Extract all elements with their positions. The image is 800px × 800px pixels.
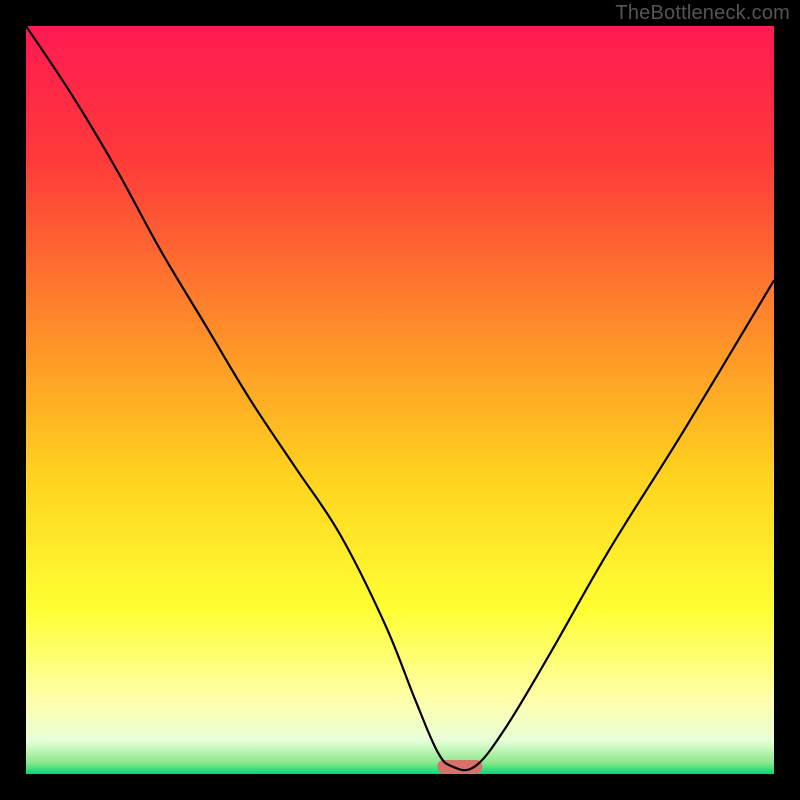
bottleneck-chart [26, 26, 774, 774]
plot-area [26, 26, 774, 774]
chart-frame: TheBottleneck.com [0, 0, 800, 800]
watermark-text: TheBottleneck.com [615, 2, 790, 25]
